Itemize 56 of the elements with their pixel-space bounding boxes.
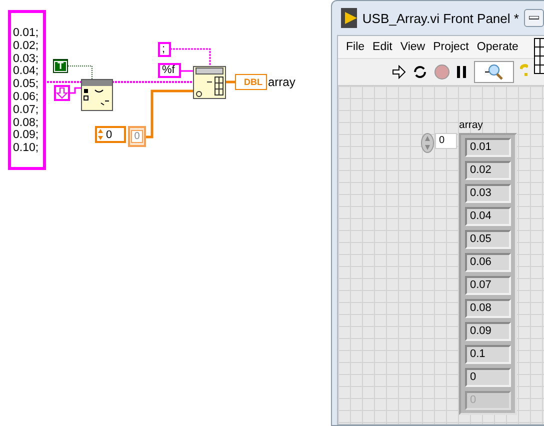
string-line: 0.10; bbox=[13, 142, 40, 155]
wire bbox=[180, 70, 193, 72]
array-indicator: DBL bbox=[235, 74, 267, 90]
abort-icon[interactable] bbox=[434, 64, 450, 80]
search-icon bbox=[483, 64, 505, 80]
run-arrow-icon[interactable] bbox=[392, 65, 406, 79]
string-line: 0.03; bbox=[13, 52, 40, 66]
string-line: 0.02; bbox=[13, 40, 40, 53]
string-line: 0.09; bbox=[13, 129, 40, 142]
menu-item[interactable]: Edit bbox=[368, 41, 396, 53]
window-title: USB_Array.vi Front Panel * bbox=[362, 10, 519, 26]
menu-item[interactable]: View bbox=[396, 41, 430, 53]
index-field[interactable]: 0 bbox=[435, 133, 457, 149]
array-element[interactable]: 0.01 bbox=[465, 138, 511, 157]
array-element[interactable]: 0.02 bbox=[465, 161, 511, 180]
vi-icon bbox=[341, 8, 358, 28]
array-element[interactable]: 0.05 bbox=[465, 230, 511, 249]
array-element[interactable]: 0.04 bbox=[465, 207, 511, 226]
menu-item[interactable]: Project bbox=[429, 41, 473, 53]
menu-item[interactable]: Operate bbox=[472, 41, 522, 53]
wire bbox=[146, 90, 193, 138]
string-line: 0.05; bbox=[13, 78, 40, 91]
format-constant: %f bbox=[158, 63, 181, 78]
spinner-icon[interactable] bbox=[421, 133, 434, 153]
array-element[interactable]: 0.1 bbox=[465, 345, 511, 364]
indicator-label: array bbox=[268, 75, 296, 89]
string-line: 0.04; bbox=[13, 65, 40, 78]
wire bbox=[68, 66, 92, 80]
menu-item[interactable]: File bbox=[342, 41, 369, 53]
wire bbox=[170, 48, 211, 66]
string-line: 0.07; bbox=[13, 104, 40, 117]
wire bbox=[225, 80, 235, 84]
function-node bbox=[193, 66, 226, 99]
array-element[interactable]: 0.07 bbox=[465, 276, 511, 295]
function-node bbox=[81, 79, 113, 111]
array-element[interactable]: 0 bbox=[465, 368, 511, 387]
array-element[interactable]: 0.06 bbox=[465, 253, 511, 272]
down-arrow-icon bbox=[54, 85, 70, 101]
array-element[interactable]: 0.08 bbox=[465, 299, 511, 318]
pause-icon[interactable] bbox=[456, 65, 468, 79]
wire bbox=[69, 87, 81, 94]
delimiter-constant: ; bbox=[158, 42, 171, 57]
string-line: 0.06; bbox=[13, 90, 40, 104]
string-line: 0.01; bbox=[13, 27, 40, 40]
array-label: array bbox=[459, 119, 484, 133]
run-continuously-icon[interactable] bbox=[412, 64, 428, 80]
array-element[interactable]: 0.03 bbox=[465, 184, 511, 203]
index-display: 0 bbox=[128, 126, 146, 147]
spinner-icon[interactable] bbox=[97, 128, 104, 141]
array-element[interactable]: 0.09 bbox=[465, 322, 511, 341]
minimize-button[interactable] bbox=[524, 9, 544, 27]
numeric-control[interactable]: 0 bbox=[95, 126, 126, 143]
search-button[interactable] bbox=[474, 61, 514, 83]
string-line: 0.08; bbox=[13, 116, 40, 130]
boolean-constant: T bbox=[53, 59, 68, 73]
minimize-icon bbox=[528, 16, 539, 20]
